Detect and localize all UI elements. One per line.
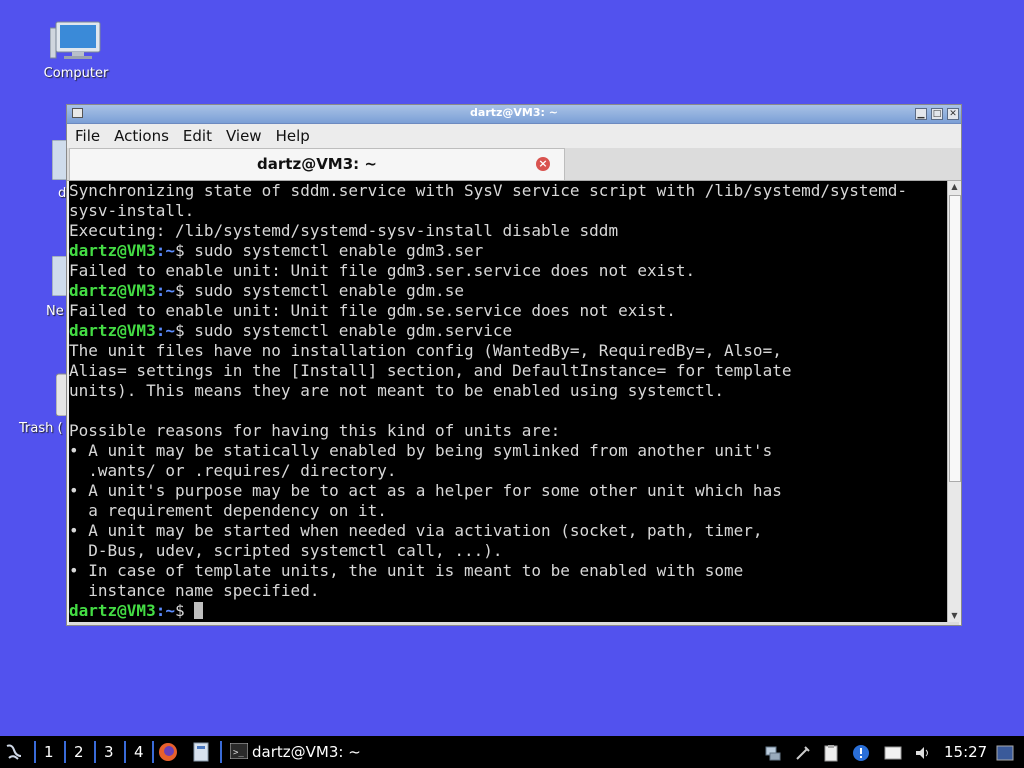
maximize-button[interactable]: □ bbox=[931, 108, 943, 120]
taskbar: 1 2 3 4 >_ dartz@VM3: ~ 15:27 bbox=[0, 736, 1024, 768]
terminal-cursor bbox=[194, 602, 204, 619]
prompt-user: dartz@VM3 bbox=[69, 281, 156, 300]
terminal-icon: >_ bbox=[230, 743, 248, 759]
desktop-label-partial-3: Trash ( bbox=[19, 421, 63, 436]
volume-icon[interactable] bbox=[914, 744, 932, 762]
taskbar-terminal-label: dartz@VM3: ~ bbox=[252, 743, 361, 761]
scroll-down-arrow-icon[interactable]: ▼ bbox=[948, 610, 961, 622]
terminal-output-line: units). This means they are not meant to… bbox=[69, 381, 725, 400]
menu-file[interactable]: File bbox=[75, 127, 100, 145]
computer-desktop-icon[interactable]: Computer bbox=[38, 20, 114, 81]
tab-terminal[interactable]: dartz@VM3: ~ × bbox=[69, 148, 565, 180]
terminal-command-line: dartz@VM3:~$ sudo systemctl enable gdm.s… bbox=[69, 281, 947, 301]
menu-help[interactable]: Help bbox=[276, 127, 310, 145]
terminal-output-line: The unit files have no installation conf… bbox=[69, 341, 782, 360]
menu-view[interactable]: View bbox=[226, 127, 262, 145]
terminal-output-line: Failed to enable unit: Unit file gdm3.se… bbox=[69, 261, 696, 280]
menu-bar: File Actions Edit View Help bbox=[67, 124, 961, 148]
tab-close-icon[interactable]: × bbox=[536, 157, 550, 171]
minimize-button[interactable]: ▁ bbox=[915, 108, 927, 120]
terminal-output-line: • In case of template units, the unit is… bbox=[69, 561, 744, 580]
command-text: $ sudo systemctl enable gdm.service bbox=[174, 321, 513, 340]
workspace-2[interactable]: 2 bbox=[74, 736, 84, 768]
terminal-output-line: Synchronizing state of sddm.service with… bbox=[69, 181, 908, 200]
network-tray-icon[interactable] bbox=[764, 744, 782, 762]
computer-label: Computer bbox=[43, 66, 109, 81]
terminal-output[interactable]: Synchronizing state of sddm.service with… bbox=[69, 181, 947, 622]
terminal-output-line: • A unit's purpose may be to act as a he… bbox=[69, 481, 782, 500]
window-title: dartz@VM3: ~ bbox=[470, 106, 558, 119]
terminal-output-line: • A unit may be statically enabled by be… bbox=[69, 441, 773, 460]
start-menu-icon[interactable] bbox=[4, 742, 24, 762]
clipboard-tray-icon[interactable] bbox=[822, 744, 840, 762]
scroll-up-arrow-icon[interactable]: ▲ bbox=[948, 181, 961, 193]
computer-icon bbox=[49, 21, 101, 59]
terminal-output-line: instance name specified. bbox=[69, 581, 320, 600]
prompt-user: dartz@VM3 bbox=[69, 241, 156, 260]
workspace-3[interactable]: 3 bbox=[104, 736, 114, 768]
command-text: $ bbox=[174, 601, 195, 620]
prompt-path: :~ bbox=[155, 601, 175, 620]
firefox-icon[interactable] bbox=[158, 742, 178, 762]
tools-tray-icon[interactable] bbox=[794, 744, 812, 762]
prompt-user: dartz@VM3 bbox=[69, 321, 156, 340]
terminal-command-line: dartz@VM3:~$ sudo systemctl enable gdm3.… bbox=[69, 241, 947, 261]
workspace-4[interactable]: 4 bbox=[134, 736, 144, 768]
tab-title: dartz@VM3: ~ bbox=[257, 155, 377, 173]
scrollbar-thumb[interactable] bbox=[949, 195, 961, 482]
terminal-output-line: • A unit may be started when needed via … bbox=[69, 521, 763, 540]
terminal-command-line: dartz@VM3:~$ sudo systemctl enable gdm.s… bbox=[69, 321, 947, 341]
taskbar-terminal-button[interactable]: >_ dartz@VM3: ~ bbox=[226, 738, 366, 766]
terminal-window: dartz@VM3: ~ ▁ □ ✕ File Actions Edit Vie… bbox=[66, 104, 962, 626]
close-button[interactable]: ✕ bbox=[947, 108, 959, 120]
command-text: $ sudo systemctl enable gdm.se bbox=[174, 281, 464, 300]
prompt-user: dartz@VM3 bbox=[69, 601, 156, 620]
terminal-command-line: dartz@VM3:~$ bbox=[69, 601, 947, 621]
terminal-output-line: .wants/ or .requires/ directory. bbox=[69, 461, 397, 480]
clock[interactable]: 15:27 bbox=[944, 736, 987, 768]
prompt-path: :~ bbox=[155, 321, 175, 340]
workspace-1[interactable]: 1 bbox=[44, 736, 54, 768]
prompt-path: :~ bbox=[155, 281, 175, 300]
prompt-path: :~ bbox=[155, 241, 175, 260]
terminal-text: Synchronizing state of sddm.service with… bbox=[69, 181, 947, 621]
desktop-label-partial-2: Ne bbox=[46, 304, 64, 319]
menu-actions[interactable]: Actions bbox=[114, 127, 169, 145]
display-tray-icon[interactable] bbox=[884, 744, 902, 762]
tab-bar: dartz@VM3: ~ × bbox=[67, 148, 961, 181]
terminal-output-line: a requirement dependency on it. bbox=[69, 501, 387, 520]
menu-edit[interactable]: Edit bbox=[183, 127, 212, 145]
svg-text:>_: >_ bbox=[233, 748, 244, 758]
terminal-output-line: Possible reasons for having this kind of… bbox=[69, 421, 561, 440]
terminal-scrollbar[interactable]: ▲ ▼ bbox=[947, 181, 961, 622]
terminal-output-line: Alias= settings in the [Install] section… bbox=[69, 361, 792, 380]
terminal-bottom-border bbox=[69, 622, 959, 625]
update-info-icon[interactable] bbox=[852, 744, 870, 762]
terminal-output-line: Executing: /lib/systemd/systemd-sysv-ins… bbox=[69, 221, 619, 240]
file-manager-icon[interactable] bbox=[192, 742, 210, 762]
terminal-output-line: D-Bus, udev, scripted systemctl call, ..… bbox=[69, 541, 503, 560]
window-titlebar[interactable]: dartz@VM3: ~ ▁ □ ✕ bbox=[67, 105, 961, 124]
show-desktop-icon[interactable] bbox=[996, 744, 1014, 762]
terminal-output-line: sysv-install. bbox=[69, 201, 195, 220]
terminal-output-line: Failed to enable unit: Unit file gdm.se.… bbox=[69, 301, 676, 320]
command-text: $ sudo systemctl enable gdm3.ser bbox=[174, 241, 484, 260]
